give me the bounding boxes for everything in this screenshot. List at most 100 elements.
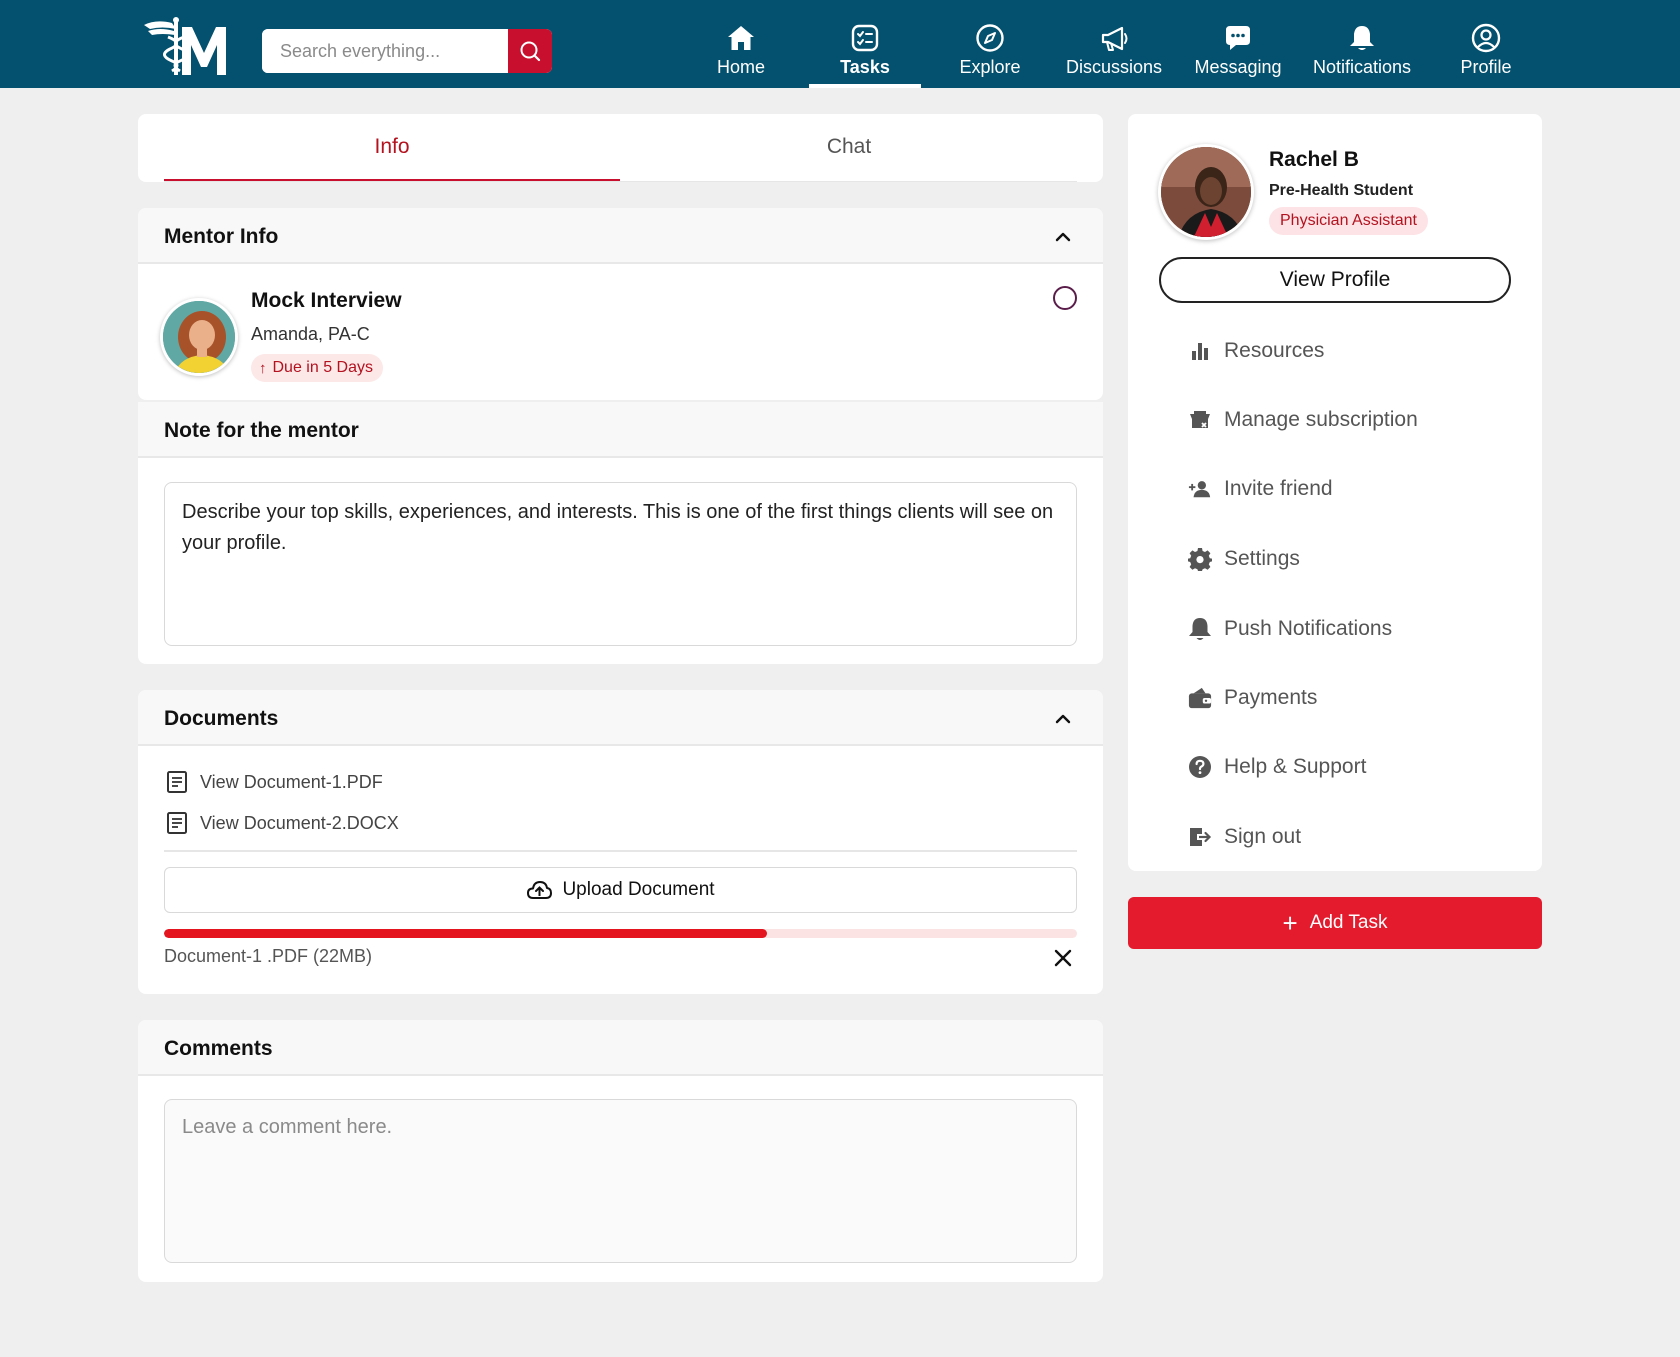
- document-link-label: View Document-1.PDF: [200, 771, 383, 792]
- mentor-info-header: Mentor Info: [138, 208, 1103, 264]
- upload-document-button[interactable]: Upload Document: [164, 867, 1077, 913]
- close-icon[interactable]: [1053, 948, 1073, 968]
- menu-item-label: Invite friend: [1224, 477, 1333, 500]
- nav-profile[interactable]: Profile: [1456, 0, 1516, 88]
- comments-header: Comments: [138, 1020, 1103, 1076]
- menu-item-settings[interactable]: Settings: [1188, 544, 1300, 574]
- menu-item-invite-friend[interactable]: Invite friend: [1188, 474, 1333, 504]
- nav-tasks[interactable]: Tasks: [809, 0, 921, 88]
- search-button[interactable]: [508, 29, 552, 73]
- comment-input[interactable]: [164, 1099, 1077, 1263]
- search-icon: [520, 41, 541, 62]
- menu-item-label: Help & Support: [1224, 755, 1367, 778]
- top-navigation-bar: Home Tasks Explore: [0, 0, 1680, 88]
- menu-item-label: Resources: [1224, 339, 1325, 362]
- menu-item-help-support[interactable]: Help & Support: [1188, 752, 1366, 782]
- menu-item-push-notifications[interactable]: Push Notifications: [1188, 614, 1392, 644]
- add-task-label: Add Task: [1309, 912, 1388, 933]
- nav-messaging-label: Messaging: [1194, 57, 1282, 77]
- note-text-area[interactable]: Describe your top skills, experiences, a…: [164, 482, 1077, 646]
- wallet-icon: [1188, 687, 1212, 709]
- nav-discussions-label: Discussions: [1065, 57, 1163, 77]
- nav-notifications[interactable]: Notifications: [1305, 0, 1419, 88]
- task-tabs: Info Chat: [138, 114, 1103, 182]
- menu-item-label: Push Notifications: [1224, 617, 1393, 640]
- tab-divider: [164, 181, 1077, 182]
- profile-sidebar: Rachel B Pre-Health Student Physician As…: [1128, 114, 1542, 871]
- view-profile-button[interactable]: View Profile: [1159, 257, 1511, 303]
- nav-profile-label: Profile: [1460, 57, 1512, 77]
- document-link[interactable]: View Document-2.DOCX: [166, 810, 399, 836]
- add-person-icon: [1188, 481, 1211, 498]
- user-role: Pre-Health Student: [1269, 182, 1414, 199]
- section-title: Comments: [164, 1037, 273, 1060]
- divider: [164, 850, 1077, 852]
- home-icon: [728, 26, 754, 50]
- tasks-icon: [851, 24, 879, 52]
- menu-item-label: Sign out: [1224, 825, 1302, 848]
- sign-out-icon: [1190, 828, 1212, 846]
- comments-section: Comments: [138, 1020, 1103, 1282]
- document-link-label: View Document-2.DOCX: [200, 812, 399, 833]
- app-logo[interactable]: [142, 17, 228, 77]
- document-icon: [167, 771, 187, 793]
- bar-chart-icon: [1192, 343, 1208, 360]
- mentor-avatar: [160, 298, 238, 376]
- nav-notifications-label: Notifications: [1312, 57, 1412, 77]
- menu-item-label: Manage subscription: [1224, 408, 1418, 431]
- due-badge: ↑ Due in 5 Days: [251, 354, 383, 382]
- menu-item-resources[interactable]: Resources: [1188, 336, 1324, 366]
- subscription-icon: [1190, 411, 1210, 428]
- section-title: Documents: [164, 707, 279, 730]
- nav-home[interactable]: Home: [708, 0, 774, 88]
- task-title: Mock Interview: [251, 289, 402, 312]
- task-complete-radio[interactable]: [1053, 286, 1077, 310]
- note-header: Note for the mentor: [138, 402, 1103, 458]
- search-bar: [262, 29, 552, 73]
- menu-item-manage-subscription[interactable]: Manage subscription: [1188, 405, 1418, 435]
- nav-explore-label: Explore: [959, 57, 1021, 77]
- menu-item-payments[interactable]: Payments: [1188, 683, 1317, 713]
- document-icon: [167, 812, 187, 834]
- arrow-up-icon: ↑: [259, 359, 267, 377]
- user-name: Rachel B: [1269, 148, 1359, 171]
- bell-icon: [1189, 618, 1211, 640]
- bell-icon: [1350, 26, 1374, 50]
- search-input[interactable]: [262, 29, 508, 73]
- documents-header: Documents: [138, 690, 1103, 746]
- due-text: Due in 5 Days: [272, 359, 374, 376]
- nav-explore[interactable]: Explore: [950, 0, 1030, 88]
- chat-bubble-icon: [1226, 26, 1250, 50]
- mentor-info-section: Mentor Info Mock Interview Amanda, PA-C …: [138, 208, 1103, 400]
- uploading-file-name: Document-1 .PDF (22MB): [164, 946, 373, 966]
- user-avatar[interactable]: [1158, 144, 1254, 240]
- chevron-up-icon[interactable]: [1053, 709, 1073, 729]
- megaphone-icon: [1101, 26, 1128, 51]
- cloud-upload-icon: [527, 881, 553, 899]
- upload-document-label: Upload Document: [562, 879, 715, 900]
- section-title: Note for the mentor: [164, 419, 359, 442]
- menu-item-label: Settings: [1224, 547, 1300, 570]
- upload-progress-bar: [164, 929, 1077, 938]
- mentor-name: Amanda, PA-C: [251, 324, 370, 344]
- menu-item-label: Payments: [1224, 686, 1318, 709]
- upload-progress-fill: [164, 929, 767, 938]
- nav-home-label: Home: [716, 57, 765, 77]
- compass-icon: [976, 24, 1004, 52]
- documents-section: Documents View Document-1.PDF View Docum…: [138, 690, 1103, 994]
- help-icon: [1189, 756, 1211, 778]
- user-circle-icon: [1471, 23, 1501, 53]
- document-link[interactable]: View Document-1.PDF: [166, 769, 383, 795]
- section-title: Mentor Info: [164, 225, 279, 248]
- tab-chat[interactable]: Chat: [620, 114, 1078, 180]
- chevron-up-icon[interactable]: [1053, 227, 1073, 247]
- menu-item-sign-out[interactable]: Sign out: [1188, 822, 1301, 852]
- gear-icon: [1188, 548, 1212, 571]
- nav-messaging[interactable]: Messaging: [1188, 0, 1288, 88]
- tab-info[interactable]: Info: [164, 114, 620, 182]
- specialty-badge: Physician Assistant: [1269, 207, 1428, 235]
- nav-tasks-label: Tasks: [840, 57, 890, 77]
- add-task-button[interactable]: + Add Task: [1128, 897, 1542, 949]
- nav-discussions[interactable]: Discussions: [1058, 0, 1170, 88]
- note-section: Note for the mentor Describe your top sk…: [138, 402, 1103, 664]
